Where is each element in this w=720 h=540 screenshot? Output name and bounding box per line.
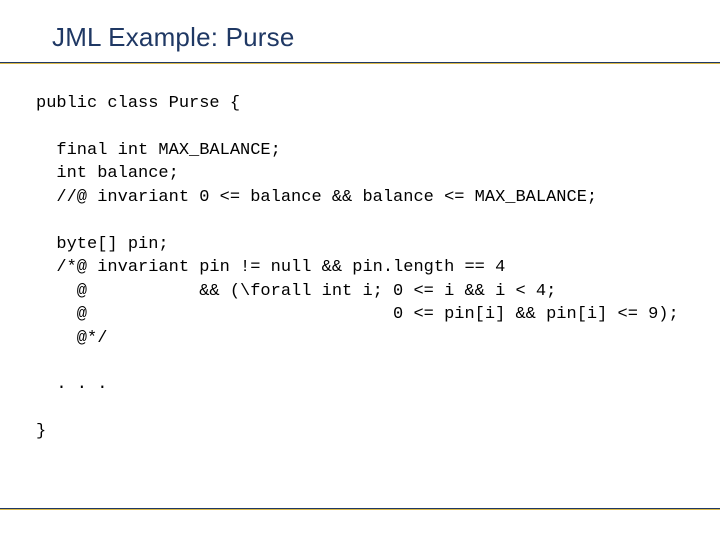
code-line: @ 0 <= pin[i] && pin[i] <= 9); <box>36 305 679 324</box>
title-divider <box>0 62 720 64</box>
code-line: final int MAX_BALANCE; <box>36 141 281 160</box>
code-line: } <box>36 422 46 441</box>
slide: JML Example: Purse public class Purse { … <box>0 0 720 540</box>
code-line: //@ invariant 0 <= balance && balance <=… <box>36 188 597 207</box>
slide-title: JML Example: Purse <box>52 22 295 53</box>
code-line: @ && (\forall int i; 0 <= i && i < 4; <box>36 282 556 301</box>
code-line: @*/ <box>36 329 107 348</box>
code-line: public class Purse { <box>36 94 240 113</box>
footer-divider <box>0 508 720 510</box>
code-line: /*@ invariant pin != null && pin.length … <box>36 258 505 277</box>
code-line: . . . <box>36 375 107 394</box>
code-block: public class Purse { final int MAX_BALAN… <box>36 92 700 444</box>
code-line: byte[] pin; <box>36 235 169 254</box>
code-line: int balance; <box>36 164 179 183</box>
